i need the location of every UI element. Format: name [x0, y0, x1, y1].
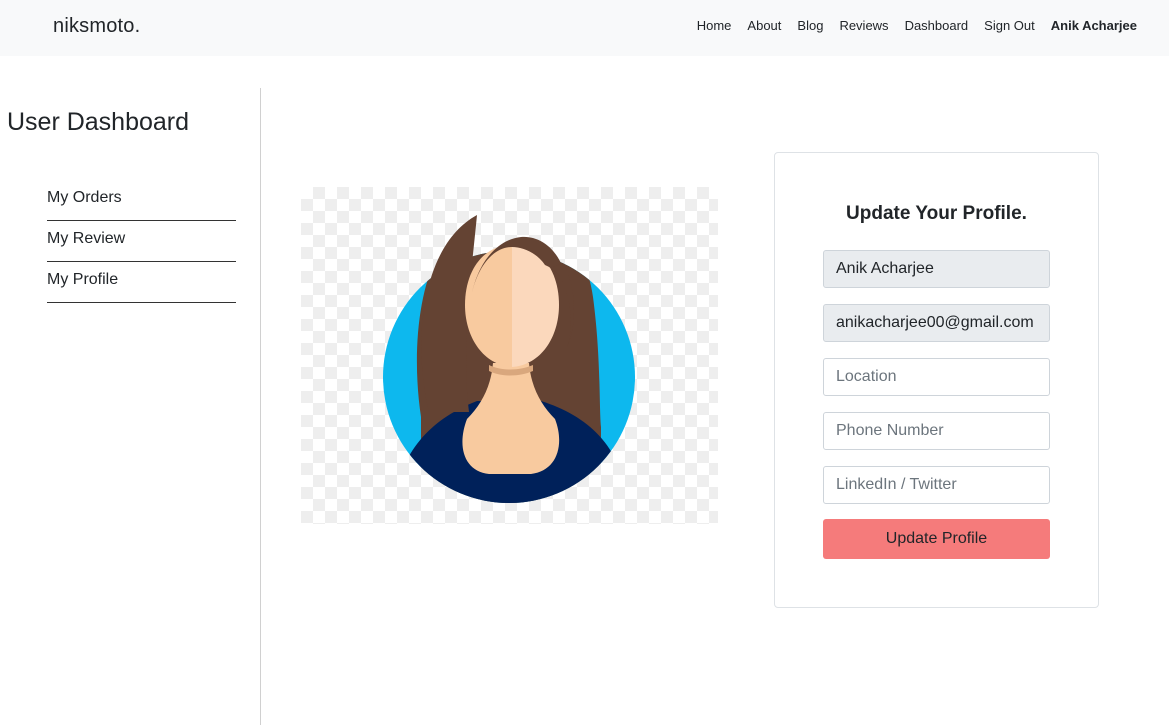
- update-profile-button[interactable]: Update Profile: [823, 519, 1050, 559]
- avatar-woman-icon: [383, 215, 635, 503]
- brand-logo[interactable]: niksmoto.: [53, 15, 140, 38]
- name-field[interactable]: [823, 250, 1050, 288]
- update-profile-title: Update Your Profile.: [846, 203, 1027, 224]
- social-link-input[interactable]: [823, 466, 1050, 504]
- sidebar-item-my-orders[interactable]: My Orders: [47, 180, 236, 221]
- sidebar-menu: My Orders My Review My Profile: [47, 180, 236, 303]
- profile-avatar-image: [301, 187, 718, 524]
- nav-link-about[interactable]: About: [739, 18, 789, 33]
- dashboard-title: User Dashboard: [7, 108, 190, 136]
- nav-link-blog[interactable]: Blog: [789, 18, 831, 33]
- nav-link-dashboard[interactable]: Dashboard: [897, 18, 977, 33]
- nav-link-home[interactable]: Home: [689, 18, 740, 33]
- update-profile-card: Update Your Profile. Update Profile: [774, 152, 1099, 608]
- nav-user-name[interactable]: Anik Acharjee: [1043, 18, 1145, 33]
- dashboard-sidebar: User Dashboard My Orders My Review My Pr…: [0, 88, 261, 725]
- email-field[interactable]: [823, 304, 1050, 342]
- sidebar-item-my-profile[interactable]: My Profile: [47, 262, 236, 303]
- nav-links: Home About Blog Reviews Dashboard Sign O…: [689, 18, 1145, 33]
- nav-link-sign-out[interactable]: Sign Out: [976, 18, 1043, 33]
- sidebar-item-my-review[interactable]: My Review: [47, 221, 236, 262]
- location-input[interactable]: [823, 358, 1050, 396]
- top-navbar: niksmoto. Home About Blog Reviews Dashbo…: [0, 0, 1169, 56]
- phone-number-input[interactable]: [823, 412, 1050, 450]
- nav-link-reviews[interactable]: Reviews: [831, 18, 896, 33]
